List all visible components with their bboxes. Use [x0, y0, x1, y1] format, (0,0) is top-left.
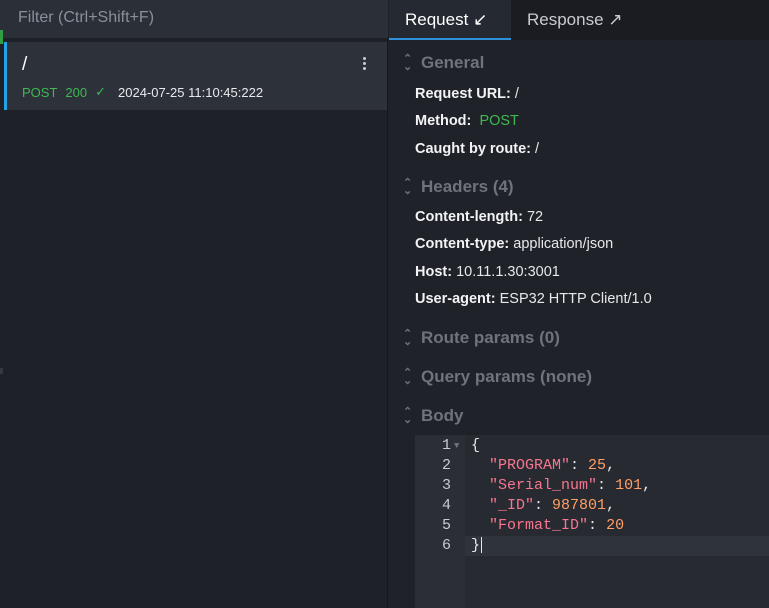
- method-value: POST: [479, 113, 519, 129]
- pane-accent: [0, 30, 3, 44]
- section-headers-toggle[interactable]: ⌃ ⌄ Headers (4): [403, 177, 514, 197]
- header-row: Content-length: 72: [415, 209, 543, 225]
- json-number: 987801: [552, 497, 607, 514]
- line-number: 1: [441, 437, 451, 454]
- header-value: ESP32 HTTP Client/1.0: [499, 291, 652, 307]
- section-general-title: General: [421, 53, 485, 72]
- editor-gutter: 1 ▼ 2 3 4 5 6: [415, 435, 465, 608]
- filter-bar[interactable]: Filter (Ctrl+Shift+F): [0, 0, 388, 38]
- request-url-row: Request URL: /: [415, 86, 519, 102]
- section-route-params-toggle[interactable]: ⌃ ⌄ Route params (0): [403, 328, 560, 348]
- body-code-editor[interactable]: 1 ▼ 2 3 4 5 6 { "PROGRAM": 25, "Serial_n…: [415, 435, 769, 608]
- tab-request-label: Request: [405, 10, 469, 29]
- request-path: /: [22, 54, 28, 75]
- collapse-chevron-icon: ⌃ ⌄: [403, 367, 413, 387]
- section-headers-title: Headers (4): [421, 177, 514, 196]
- arrow-up-right-icon: ↗: [608, 10, 623, 29]
- line-number: 3: [441, 477, 451, 494]
- active-line-highlight: [465, 536, 769, 556]
- section-general-toggle[interactable]: ⌃ ⌄ General: [403, 53, 484, 73]
- json-number: 25: [588, 457, 607, 474]
- section-query-params-toggle[interactable]: ⌃ ⌄ Query params (none): [403, 367, 592, 387]
- arrow-down-left-icon: ↙: [473, 10, 488, 29]
- section-body-title: Body: [421, 406, 464, 425]
- tab-request[interactable]: Request ↙: [389, 0, 511, 40]
- kebab-menu-icon[interactable]: [357, 55, 371, 75]
- section-route-params-title: Route params (0): [421, 328, 560, 347]
- method-row: Method: POST: [415, 113, 519, 129]
- header-value: 72: [526, 209, 544, 225]
- json-separator: ,: [606, 457, 616, 474]
- filter-input[interactable]: Filter (Ctrl+Shift+F): [18, 9, 154, 27]
- request-status: 200: [65, 84, 88, 100]
- open-brace: {: [471, 437, 481, 454]
- tab-response-label: Response: [527, 10, 604, 29]
- method-label: Method:: [415, 113, 472, 129]
- request-method: POST: [22, 84, 58, 100]
- header-label: Content-length:: [415, 209, 523, 225]
- request-meta: POST 200 ✓ 2024-07-25 11:10:45:222: [22, 84, 263, 100]
- check-icon: ✓: [95, 84, 107, 99]
- details-pane: Request ↙ Response ↗ ⌃ ⌄ General Request …: [389, 0, 769, 608]
- requests-pane: Filter (Ctrl+Shift+F) / POST 200 ✓ 2024-…: [0, 0, 388, 608]
- collapse-chevron-icon: ⌃ ⌄: [403, 328, 413, 348]
- json-key: "PROGRAM": [489, 457, 571, 474]
- header-value: application/json: [513, 236, 614, 252]
- line-number: 6: [441, 537, 451, 554]
- json-key: "Format_ID": [489, 517, 589, 534]
- tab-response[interactable]: Response ↗: [511, 0, 639, 40]
- json-separator: ,: [606, 497, 616, 514]
- route-label: Caught by route:: [415, 141, 531, 157]
- header-label: Content-type:: [415, 236, 510, 252]
- route-value: /: [535, 141, 540, 157]
- request-url-label: Request URL:: [415, 86, 511, 102]
- json-separator: ,: [642, 477, 652, 494]
- header-row: User-agent: ESP32 HTTP Client/1.0: [415, 291, 652, 307]
- header-label: Host:: [415, 264, 453, 280]
- collapse-chevron-icon: ⌃ ⌄: [403, 177, 413, 197]
- json-number: 101: [615, 477, 643, 494]
- json-key: "Serial_num": [489, 477, 598, 494]
- code-line: "PROGRAM": 25,: [489, 457, 616, 474]
- tab-bar: Request ↙ Response ↗: [389, 0, 769, 40]
- json-number: 20: [606, 517, 625, 534]
- text-cursor: [481, 537, 483, 554]
- code-line: "Serial_num": 101,: [489, 477, 652, 494]
- fold-arrow-icon[interactable]: ▼: [454, 441, 459, 451]
- code-line: "Format_ID": 20: [489, 517, 625, 534]
- collapse-chevron-icon: ⌃ ⌄: [403, 53, 413, 73]
- request-timestamp: 2024-07-25 11:10:45:222: [118, 84, 264, 100]
- request-list-item[interactable]: / POST 200 ✓ 2024-07-25 11:10:45:222: [4, 42, 387, 110]
- route-row: Caught by route: /: [415, 141, 539, 157]
- collapse-chevron-icon: ⌃ ⌄: [403, 406, 413, 426]
- pane-divider-mark: [0, 368, 3, 374]
- section-query-params-title: Query params (none): [421, 367, 592, 386]
- line-number: 2: [441, 457, 451, 474]
- header-label: User-agent:: [415, 291, 496, 307]
- line-number: 4: [441, 497, 451, 514]
- code-line: {: [471, 437, 480, 454]
- header-row: Host: 10.11.1.30:3001: [415, 264, 560, 280]
- code-line: }: [471, 537, 483, 554]
- close-brace: }: [471, 537, 481, 554]
- code-line: "_ID": 987801,: [489, 497, 616, 514]
- header-row: Content-type: application/json: [415, 236, 613, 252]
- section-body-toggle[interactable]: ⌃ ⌄ Body: [403, 406, 464, 426]
- json-key: "_ID": [489, 497, 535, 514]
- header-value: 10.11.1.30:3001: [456, 264, 560, 280]
- line-number: 5: [441, 517, 451, 534]
- request-url-value: /: [514, 86, 519, 102]
